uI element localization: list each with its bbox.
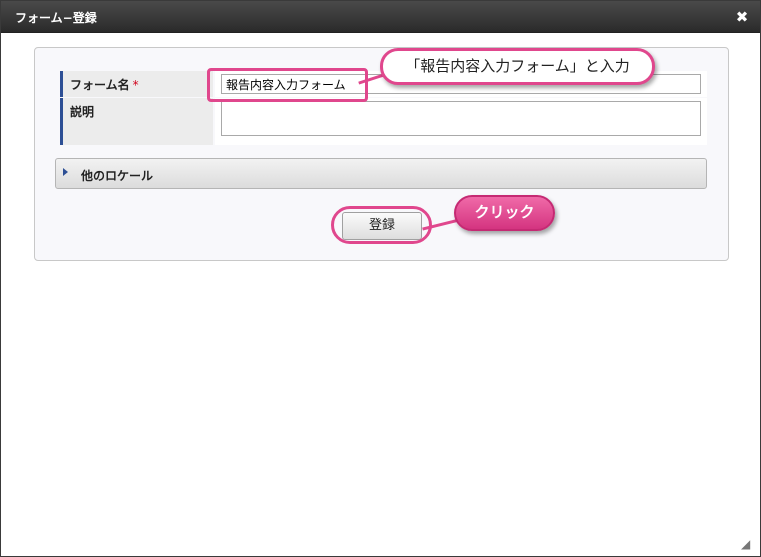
other-locale-label: 他のロケール — [81, 169, 154, 183]
resize-handle-icon[interactable]: ◢ — [741, 537, 755, 551]
button-highlight-frame — [331, 206, 432, 244]
description-textarea[interactable] — [221, 101, 701, 136]
form-name-label-text: フォーム名 — [70, 78, 130, 92]
click-callout: クリック — [454, 195, 555, 231]
form-register-dialog: フォーム−登録 ✖ フォーム名* 説明 他のロケール 登録 「報告内容入力フォー… — [0, 0, 761, 557]
input-highlight-frame — [207, 68, 368, 102]
other-locale-toggle[interactable]: 他のロケール — [55, 158, 707, 189]
dialog-titlebar: フォーム−登録 ✖ — [1, 1, 760, 33]
required-mark: * — [132, 78, 139, 92]
input-callout: 「報告内容入力フォーム」と入力 — [380, 48, 655, 85]
expand-arrow-icon — [63, 168, 68, 176]
description-label-text: 説明 — [70, 105, 95, 119]
description-label: 説明 — [60, 98, 213, 145]
close-icon[interactable]: ✖ — [734, 9, 750, 25]
dialog-title: フォーム−登録 — [15, 11, 97, 25]
form-name-label: フォーム名 * — [60, 71, 213, 97]
